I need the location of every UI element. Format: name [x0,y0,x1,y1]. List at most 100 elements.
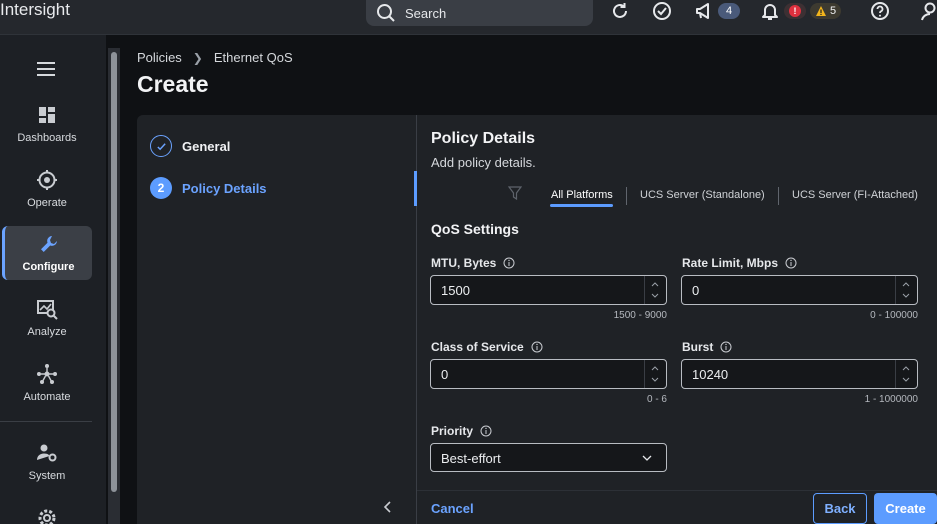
hamburger-line [37,62,55,64]
mtu-value: 1500 [441,283,470,298]
burst-value: 10240 [692,367,729,382]
step-number: 2 [150,177,172,199]
alarms-button[interactable]: ! 5 [760,0,842,22]
burst-input[interactable]: 10240 [681,359,918,389]
nav-item-label: Dashboards [17,132,77,144]
chevron-up-icon[interactable] [651,281,659,287]
nav-item-configure[interactable]: Configure [2,226,92,280]
warning-icon [816,6,826,16]
chevron-down-icon[interactable] [902,293,910,299]
mtu-label-text: MTU, Bytes [431,256,497,270]
priority-select[interactable]: Best-effort [430,443,667,472]
breadcrumb-policies-link[interactable]: Policies [137,50,182,65]
mtu-stepper[interactable] [644,276,666,304]
search-placeholder: Search [405,5,447,21]
tab-ucs-fi-attached[interactable]: UCS Server (FI-Attached) [792,189,918,201]
chevron-up-icon[interactable] [902,281,910,287]
cos-label: Class of Service [431,340,543,354]
announcements-button[interactable]: 4 [694,0,740,22]
warning-alarms-badge: 5 [810,3,842,19]
refresh-button[interactable] [610,0,630,22]
dashboard-icon [39,107,55,123]
info-icon[interactable] [785,257,797,269]
wizard-step-policy-details[interactable]: 2 Policy Details [150,177,267,199]
user-icon [921,2,936,21]
chevron-down-icon[interactable] [651,293,659,299]
section-subtitle: Add policy details. [431,155,536,170]
burst-stepper[interactable] [895,360,917,388]
create-button[interactable]: Create [874,493,937,524]
nav-item-system[interactable]: System [2,435,92,489]
burst-label: Burst [682,340,732,354]
tasks-button[interactable] [652,0,672,22]
nav-item-operate[interactable]: Operate [2,162,92,216]
info-icon[interactable] [480,425,492,437]
rate-limit-label: Rate Limit, Mbps [682,256,797,270]
tab-divider [626,187,627,205]
info-icon[interactable] [720,341,732,353]
nav-scrollbar-thumb[interactable] [111,52,117,492]
priority-value: Best-effort [441,451,501,466]
chevron-right-icon: ❯ [192,50,203,65]
breadcrumb: Policies ❯ Ethernet QoS [137,50,293,65]
burst-range: 1 - 1000000 [864,394,918,405]
info-icon[interactable] [531,341,543,353]
page-title: Create [137,71,209,97]
active-step-indicator [414,171,417,206]
settings-gear-icon[interactable] [36,507,58,524]
back-button[interactable]: Back [813,493,867,524]
chevron-down-icon[interactable] [651,377,659,383]
mtu-label: MTU, Bytes [431,256,515,270]
mtu-input[interactable]: 1500 [430,275,667,305]
tab-all-platforms[interactable]: All Platforms [551,189,613,201]
hamburger-line [37,74,55,76]
rate-limit-value: 0 [692,283,700,298]
hamburger-line [37,68,55,70]
automate-icon [37,364,57,384]
wizard-step-general[interactable]: General [150,135,230,157]
chevron-down-icon[interactable] [902,377,910,383]
check-circle-icon [653,2,671,20]
search-input[interactable]: Search [366,0,593,26]
info-icon[interactable] [503,257,515,269]
cos-stepper[interactable] [644,360,666,388]
critical-alarm-icon: ! [789,5,801,17]
rate-limit-stepper[interactable] [895,276,917,304]
menu-toggle-button[interactable] [37,62,55,76]
priority-label-text: Priority [431,424,474,438]
rate-limit-label-text: Rate Limit, Mbps [682,256,779,270]
cos-label-text: Class of Service [431,340,524,354]
nav-item-label: Operate [27,197,67,209]
cos-value: 0 [441,367,449,382]
priority-label: Priority [431,424,492,438]
chevron-down-icon [642,455,652,461]
nav-item-label: Analyze [27,326,67,338]
step-label: General [182,138,231,154]
collapse-steps-button[interactable] [382,500,394,514]
nav-item-analyze[interactable]: Analyze [2,291,92,345]
nav-scrollbar[interactable] [108,48,120,524]
filter-icon[interactable] [508,186,522,200]
tab-ucs-standalone[interactable]: UCS Server (Standalone) [640,189,765,201]
mtu-range: 1500 - 9000 [613,310,667,321]
step-label: Policy Details [182,180,267,196]
help-button[interactable] [870,0,890,22]
user-menu-button[interactable] [920,0,937,22]
nav-divider [0,421,92,422]
megaphone-icon [696,3,709,19]
step-complete-icon [150,135,172,157]
rate-limit-range: 0 - 100000 [870,310,918,321]
cos-input[interactable]: 0 [430,359,667,389]
footer-divider [417,490,937,491]
chevron-up-icon[interactable] [902,365,910,371]
nav-item-label: Automate [23,391,71,403]
cancel-button[interactable]: Cancel [431,501,474,516]
bell-icon [762,4,778,20]
rate-limit-input[interactable]: 0 [681,275,918,305]
help-icon [871,2,889,20]
nav-item-automate[interactable]: Automate [2,356,92,410]
nav-item-dashboards[interactable]: Dashboards [2,97,92,151]
chevron-up-icon[interactable] [651,365,659,371]
checkmark-icon [156,142,166,150]
brand-logo[interactable]: Intersight [0,0,70,20]
